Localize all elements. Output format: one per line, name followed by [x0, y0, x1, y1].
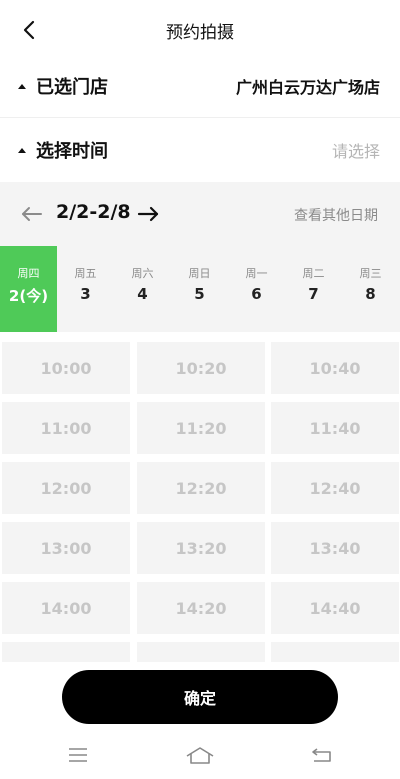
caret-up-icon: [18, 83, 26, 89]
day-date: 2(今): [8, 287, 49, 305]
time-slot[interactable]: 10:40: [271, 342, 399, 394]
page-title: 预约拍摄: [166, 23, 234, 43]
time-slot[interactable]: 12:20: [137, 462, 265, 514]
menu-icon: [69, 748, 87, 762]
time-slot-partial[interactable]: [2, 642, 130, 662]
day-weekday: 周日: [188, 267, 211, 280]
time-row[interactable]: 选择时间 请选择: [0, 118, 400, 182]
store-row: 已选门店 广州白云万达广场店: [0, 54, 400, 118]
header: 预约拍摄: [0, 0, 400, 58]
day-5[interactable]: 周二 7: [285, 246, 342, 332]
store-label-text: 已选门店: [36, 77, 108, 98]
confirm-button[interactable]: 确定: [62, 670, 338, 724]
day-date: 3: [80, 285, 91, 303]
home-button[interactable]: [185, 742, 215, 768]
day-2[interactable]: 周六 4: [114, 246, 171, 332]
day-date: 5: [194, 285, 205, 303]
time-slot[interactable]: 13:20: [137, 522, 265, 574]
caret-up-icon: [18, 147, 26, 153]
arrow-right-icon: [137, 206, 159, 222]
day-selector: 周四 2(今) 周五 3 周六 4 周日 5 周一 6 周二 7 周三 8: [0, 246, 400, 332]
time-slot[interactable]: 13:00: [2, 522, 130, 574]
time-slot[interactable]: 14:00: [2, 582, 130, 634]
time-slot[interactable]: 12:40: [271, 462, 399, 514]
day-weekday: 周四: [17, 267, 40, 280]
day-weekday: 周六: [131, 267, 154, 280]
store-label: 已选门店: [18, 73, 108, 99]
time-label-text: 选择时间: [36, 141, 108, 162]
home-icon: [186, 747, 214, 764]
time-slot[interactable]: 10:20: [137, 342, 265, 394]
store-value[interactable]: 广州白云万达广场店: [236, 74, 380, 98]
return-button[interactable]: [307, 742, 337, 768]
day-date: 8: [365, 285, 376, 303]
time-slot[interactable]: 13:40: [271, 522, 399, 574]
time-label: 选择时间: [18, 137, 108, 163]
day-6[interactable]: 周三 8: [342, 246, 399, 332]
time-slot[interactable]: 10:00: [2, 342, 130, 394]
day-1[interactable]: 周五 3: [57, 246, 114, 332]
day-weekday: 周三: [359, 267, 382, 280]
day-weekday: 周二: [302, 267, 325, 280]
menu-button[interactable]: [63, 742, 93, 768]
day-4[interactable]: 周一 6: [228, 246, 285, 332]
time-slot-partial[interactable]: [137, 642, 265, 662]
time-slot[interactable]: 11:40: [271, 402, 399, 454]
day-date: 7: [308, 285, 319, 303]
date-range-text: 2/2-2/8: [56, 201, 131, 223]
time-slot[interactable]: 14:40: [271, 582, 399, 634]
day-weekday: 周一: [245, 267, 268, 280]
arrow-left-icon: [22, 207, 42, 221]
time-slot-grid: 10:00 10:20 10:40 11:00 11:20 11:40 12:0…: [0, 342, 400, 662]
day-weekday: 周五: [74, 267, 97, 280]
return-icon: [312, 748, 331, 762]
time-slot[interactable]: 11:20: [137, 402, 265, 454]
next-week-button[interactable]: [136, 204, 160, 224]
prev-week-button[interactable]: [20, 204, 44, 224]
system-nav-bar: [0, 728, 400, 779]
other-dates-link[interactable]: 查看其他日期: [294, 205, 378, 225]
day-0[interactable]: 周四 2(今): [0, 246, 57, 332]
time-slot[interactable]: 14:20: [137, 582, 265, 634]
day-3[interactable]: 周日 5: [171, 246, 228, 332]
day-date: 6: [251, 285, 262, 303]
date-panel: 2/2-2/8 查看其他日期 周四 2(今) 周五 3 周六 4 周日 5 周一…: [0, 182, 400, 332]
date-range-bar: 2/2-2/8 查看其他日期: [0, 182, 400, 246]
time-placeholder[interactable]: 请选择: [332, 138, 380, 162]
day-date: 4: [137, 285, 148, 303]
time-slot-partial[interactable]: [271, 642, 399, 662]
time-slot[interactable]: 11:00: [2, 402, 130, 454]
time-slot[interactable]: 12:00: [2, 462, 130, 514]
